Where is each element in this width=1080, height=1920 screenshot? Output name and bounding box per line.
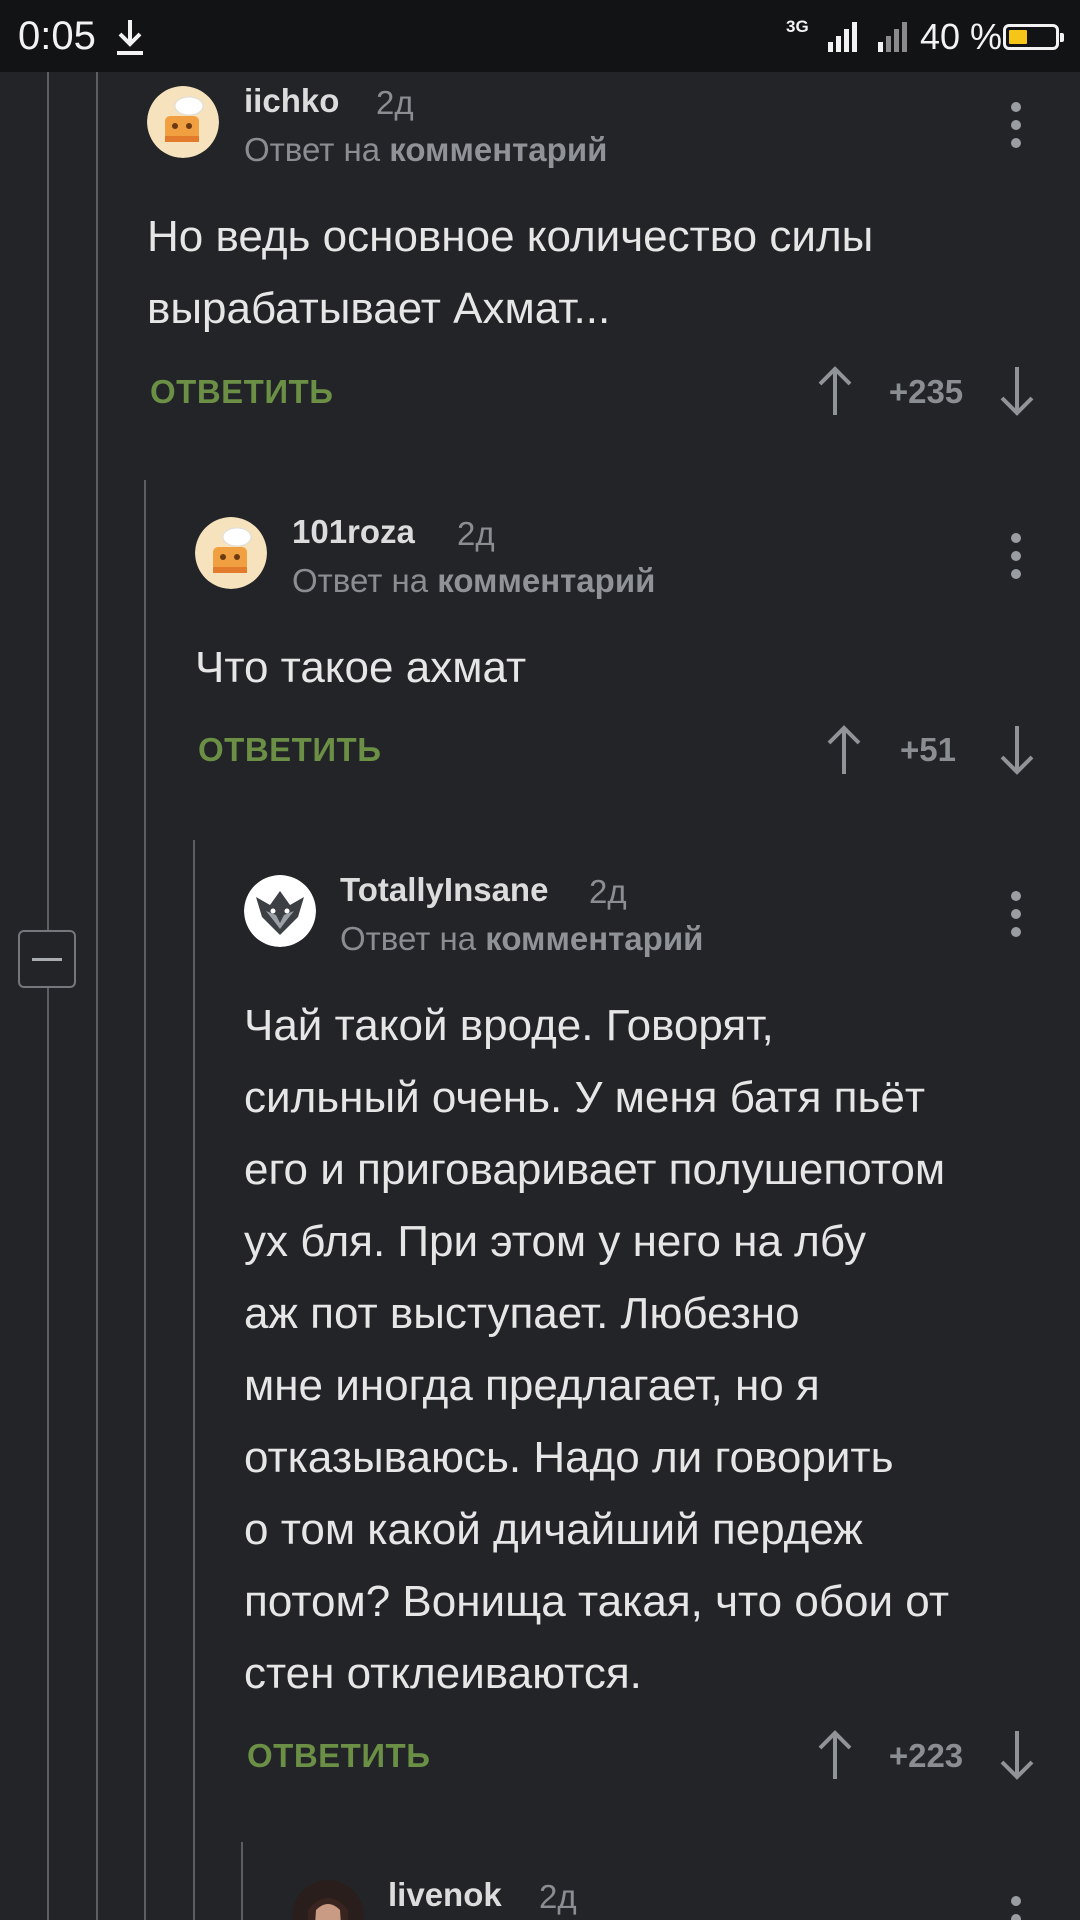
- chef-avatar-icon: [195, 517, 267, 589]
- comment-line: Чай такой вроде. Говорят,: [244, 1001, 774, 1050]
- comment-line: стен отклеиваются.: [244, 1649, 642, 1698]
- thread-line-level-1-lower: [47, 988, 49, 1920]
- comment-age: 2д: [539, 1878, 577, 1915]
- comment-line: Но ведь основное количество силы: [147, 212, 874, 261]
- comment-score: +51: [900, 731, 956, 768]
- more-options-icon[interactable]: [1006, 891, 1026, 941]
- reply-to-text: Ответ на комментарий: [244, 131, 607, 169]
- comment-line: его и приговаривает полушепотом: [244, 1145, 946, 1194]
- comment-line: сильный очень. У меня батя пьёт: [244, 1073, 925, 1122]
- comment-score: +235: [888, 373, 964, 410]
- comment-username[interactable]: 101roza: [292, 513, 415, 551]
- signal-icon-secondary: [878, 22, 907, 52]
- reply-button[interactable]: ОТВЕТИТЬ: [198, 731, 381, 769]
- comment-line: аж пот выступает. Любезно: [244, 1289, 800, 1338]
- wolf-avatar-icon: [244, 875, 316, 947]
- comment-body: Что такое ахмат: [195, 632, 526, 704]
- user-avatar[interactable]: [195, 517, 267, 589]
- reply-to-link[interactable]: комментарий: [437, 562, 655, 599]
- battery-fill: [1009, 30, 1027, 44]
- comment-username[interactable]: iichko: [244, 82, 339, 120]
- comment-line: о том какой дичайший пердеж: [244, 1505, 863, 1554]
- comment-line: ух бля. При этом у него на лбу: [244, 1217, 867, 1266]
- thread-line-level-3: [144, 480, 146, 1920]
- user-avatar[interactable]: [292, 1880, 364, 1920]
- status-time: 0:05: [18, 14, 96, 58]
- user-avatar[interactable]: [244, 875, 316, 947]
- comment-body: Чай такой вроде. Говорят, сильный очень.…: [244, 990, 949, 1710]
- reply-button[interactable]: ОТВЕТИТЬ: [247, 1737, 430, 1775]
- reply-to-link[interactable]: комментарий: [389, 131, 607, 168]
- reply-to-text: Ответ на комментарий: [292, 562, 655, 600]
- upvote-arrow-icon[interactable]: [824, 724, 864, 776]
- comment-body: Но ведь основное количество силы вырабат…: [147, 201, 873, 345]
- thread-line-level-1: [47, 72, 49, 930]
- more-options-icon[interactable]: [1006, 533, 1026, 583]
- downvote-arrow-icon[interactable]: [997, 365, 1037, 417]
- battery-percent: 40 %: [920, 16, 1003, 57]
- comment-line: Что такое ахмат: [195, 643, 527, 692]
- battery-icon: [1003, 24, 1064, 50]
- more-options-icon[interactable]: [1006, 1896, 1026, 1920]
- upvote-arrow-icon[interactable]: [815, 365, 855, 417]
- screen: 0:05 3G 40 % iichko 2д Ответ на коммента…: [0, 0, 1080, 1920]
- reply-to-link[interactable]: комментарий: [485, 920, 703, 957]
- reply-button[interactable]: ОТВЕТИТЬ: [150, 373, 333, 411]
- collapse-thread-button[interactable]: [18, 930, 76, 988]
- comment-username[interactable]: livenok: [388, 1876, 502, 1914]
- network-type: 3G: [786, 17, 809, 36]
- comment-username[interactable]: TotallyInsane: [340, 871, 548, 909]
- download-icon: [117, 20, 143, 55]
- user-avatar[interactable]: [147, 86, 219, 158]
- comment-line: потом? Вонища такая, что обои от: [244, 1577, 949, 1626]
- more-options-icon[interactable]: [1006, 102, 1026, 152]
- reply-to-prefix: Ответ на: [292, 562, 429, 599]
- status-bar: 0:05 3G 40 %: [0, 0, 1080, 72]
- downvote-arrow-icon[interactable]: [997, 724, 1037, 776]
- comment-line: отказываюсь. Надо ли говорить: [244, 1433, 894, 1482]
- thread-line-level-2: [96, 72, 98, 1920]
- comment-age: 2д: [457, 515, 495, 552]
- reply-to-prefix: Ответ на: [340, 920, 477, 957]
- thread-line-level-4: [193, 840, 195, 1920]
- chef-avatar-icon: [147, 86, 219, 158]
- comment-line: мне иногда предлагает, но я: [244, 1361, 820, 1410]
- comment-score: +223: [888, 1737, 964, 1774]
- thread-line-level-5: [241, 1842, 243, 1920]
- reply-to-text: Ответ на комментарий: [340, 920, 703, 958]
- signal-icon: [828, 22, 857, 52]
- reply-to-prefix: Ответ на: [244, 131, 381, 168]
- downvote-arrow-icon[interactable]: [997, 1729, 1037, 1781]
- comment-age: 2д: [589, 873, 627, 910]
- upvote-arrow-icon[interactable]: [815, 1729, 855, 1781]
- comment-age: 2д: [376, 84, 414, 121]
- woman-avatar-icon: [292, 1880, 364, 1920]
- comment-line: вырабатывает Ахмат...: [147, 284, 611, 333]
